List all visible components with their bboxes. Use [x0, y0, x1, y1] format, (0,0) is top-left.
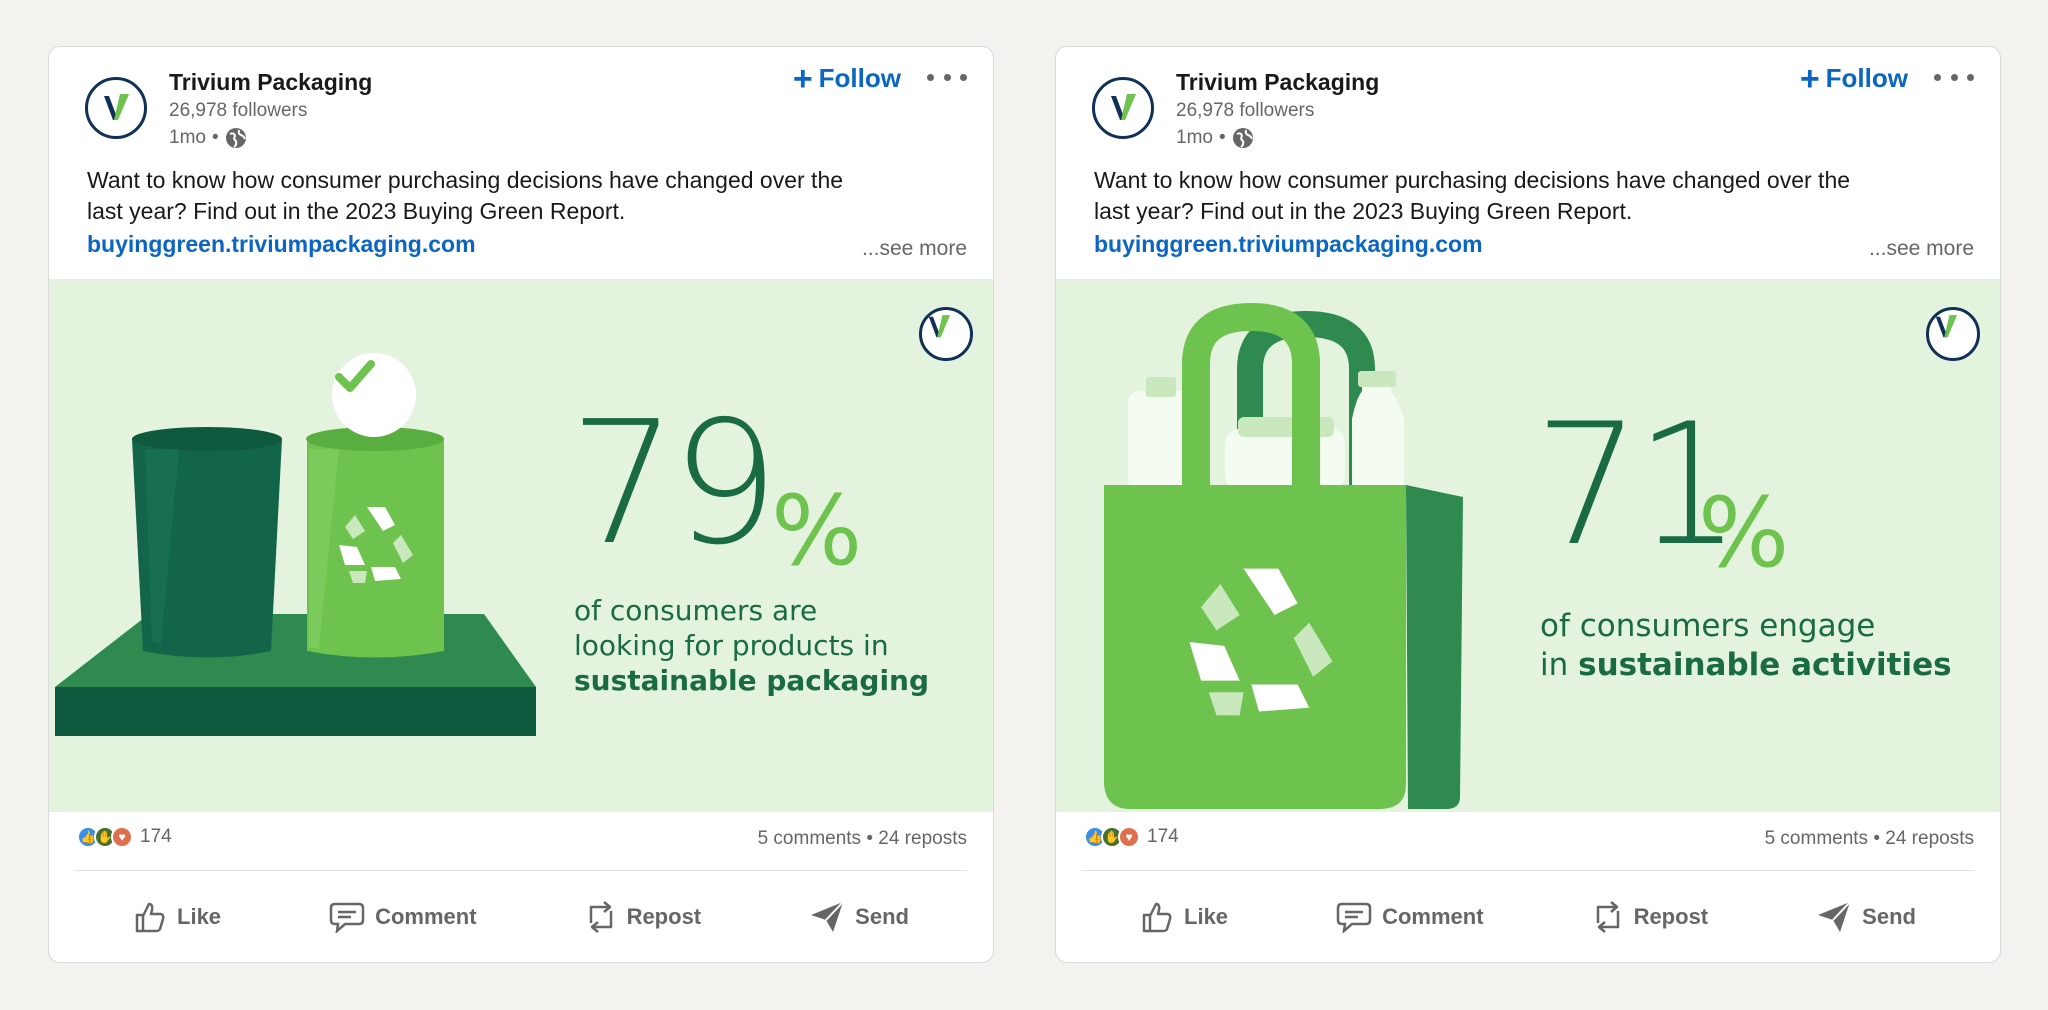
post-age: 1mo — [169, 127, 206, 148]
like-button[interactable]: Like — [119, 890, 235, 944]
follow-button[interactable]: + Follow — [792, 59, 901, 98]
like-button[interactable]: Like — [1126, 890, 1242, 944]
social-bar: 👍 ✋ ♥ 174 5 comments • 24 reposts Like C… — [49, 812, 993, 962]
love-reaction-icon: ♥ — [1118, 826, 1140, 848]
love-reaction-icon: ♥ — [111, 826, 133, 848]
reactions-summary[interactable]: 👍 ✋ ♥ 174 — [77, 826, 172, 848]
repost-button[interactable]: Repost — [571, 889, 716, 945]
comment-button[interactable]: Comment — [1322, 891, 1497, 943]
linkedin-post-1: Trivium Packaging 26,978 followers 1mo •… — [48, 46, 994, 963]
stat-line-2: looking for products in — [574, 629, 889, 662]
like-icon — [135, 902, 165, 933]
follow-label: Follow — [818, 63, 901, 93]
trivium-logo-icon[interactable] — [1092, 77, 1154, 139]
post-header: Trivium Packaging 26,978 followers 1mo •… — [1056, 47, 2000, 279]
comment-repost-counts[interactable]: 5 comments • 24 reposts — [758, 828, 967, 850]
like-label: Like — [177, 904, 222, 929]
reactions-summary[interactable]: 👍 ✋ ♥ 174 — [1084, 826, 1179, 848]
stat-line-1: of consumers engage — [1540, 608, 1876, 644]
repost-icon — [589, 901, 612, 933]
repost-label: Repost — [626, 904, 702, 929]
repost-button[interactable]: Repost — [1578, 889, 1723, 945]
post-image[interactable]: 79 % of consumers are looking for produc… — [49, 279, 993, 812]
social-bar: 👍 ✋ ♥ 174 5 comments • 24 reposts Like C… — [1056, 812, 2000, 962]
trivium-logo-icon — [1926, 307, 1980, 361]
follow-button[interactable]: + Follow — [1799, 59, 1908, 98]
post-age: 1mo — [1176, 127, 1213, 148]
comment-label: Comment — [1382, 904, 1484, 929]
plus-icon: + — [1799, 59, 1820, 98]
trivium-logo-icon[interactable] — [85, 77, 147, 139]
see-more-link[interactable]: ...see more — [1869, 237, 1974, 261]
check-icon — [332, 353, 416, 437]
stat-line-1: of consumers are — [574, 594, 818, 627]
more-icon[interactable] — [1934, 67, 1974, 87]
like-label: Like — [1184, 904, 1229, 929]
comment-repost-counts[interactable]: 5 comments • 24 reposts — [1765, 828, 1974, 850]
company-name[interactable]: Trivium Packaging — [169, 69, 372, 96]
post-meta: 1mo • — [1176, 127, 1254, 149]
plus-icon: + — [792, 59, 813, 98]
post-meta: 1mo • — [169, 127, 247, 149]
send-button[interactable]: Send — [1802, 890, 1930, 944]
recycle-icon — [1189, 568, 1333, 716]
meta-separator: • — [1218, 127, 1226, 148]
comment-icon — [1336, 902, 1372, 933]
comment-icon — [329, 902, 365, 933]
repost-icon — [1596, 901, 1619, 933]
post-image[interactable]: 71 % of consumers engage in sustainable … — [1056, 279, 2000, 812]
stat-description: of consumers are looking for products in… — [574, 593, 929, 698]
like-icon — [1142, 902, 1172, 933]
linkedin-post-2: Trivium Packaging 26,978 followers 1mo •… — [1055, 46, 2001, 963]
meta-separator: • — [211, 127, 219, 148]
comment-label: Comment — [375, 904, 477, 929]
stat-prefix: in — [1540, 647, 1569, 683]
trivium-logo-icon — [919, 307, 973, 361]
repost-label: Repost — [1633, 904, 1709, 929]
divider — [1082, 870, 1974, 871]
follower-count: 26,978 followers — [169, 100, 308, 121]
action-bar: Like Comment Repost Send — [1056, 884, 2000, 950]
tote-bag-illustration — [1104, 302, 1463, 809]
send-icon — [811, 901, 844, 932]
more-icon[interactable] — [927, 67, 967, 87]
stat-percent: % — [771, 475, 863, 587]
follower-count: 26,978 followers — [1176, 100, 1315, 121]
post-text: Want to know how consumer purchasing dec… — [87, 167, 844, 224]
send-button[interactable]: Send — [795, 890, 923, 944]
divider — [75, 870, 967, 871]
post-link[interactable]: buyinggreen.triviumpackaging.com — [87, 231, 476, 258]
stat-percent: % — [1698, 477, 1790, 589]
comment-button[interactable]: Comment — [315, 891, 490, 943]
globe-icon — [1232, 128, 1253, 148]
action-bar: Like Comment Repost Send — [49, 884, 993, 950]
reaction-count: 174 — [1147, 826, 1179, 847]
send-icon — [1818, 901, 1851, 932]
post-header: Trivium Packaging 26,978 followers 1mo •… — [49, 47, 993, 279]
send-label: Send — [1862, 904, 1916, 929]
reaction-count: 174 — [140, 826, 172, 847]
recycle-icon — [339, 507, 413, 583]
send-label: Send — [855, 904, 909, 929]
company-name[interactable]: Trivium Packaging — [1176, 69, 1379, 96]
stat-number: 79 — [569, 385, 779, 583]
globe-icon — [225, 128, 246, 148]
post-link[interactable]: buyinggreen.triviumpackaging.com — [1094, 231, 1483, 258]
stat-description: of consumers engage in sustainable activ… — [1540, 607, 1952, 685]
follow-label: Follow — [1825, 63, 1908, 93]
post-text: Want to know how consumer purchasing dec… — [1094, 167, 1851, 224]
stat-bold: sustainable packaging — [574, 664, 930, 697]
stat-bold: sustainable activities — [1578, 647, 1952, 683]
see-more-link[interactable]: ...see more — [862, 237, 967, 261]
